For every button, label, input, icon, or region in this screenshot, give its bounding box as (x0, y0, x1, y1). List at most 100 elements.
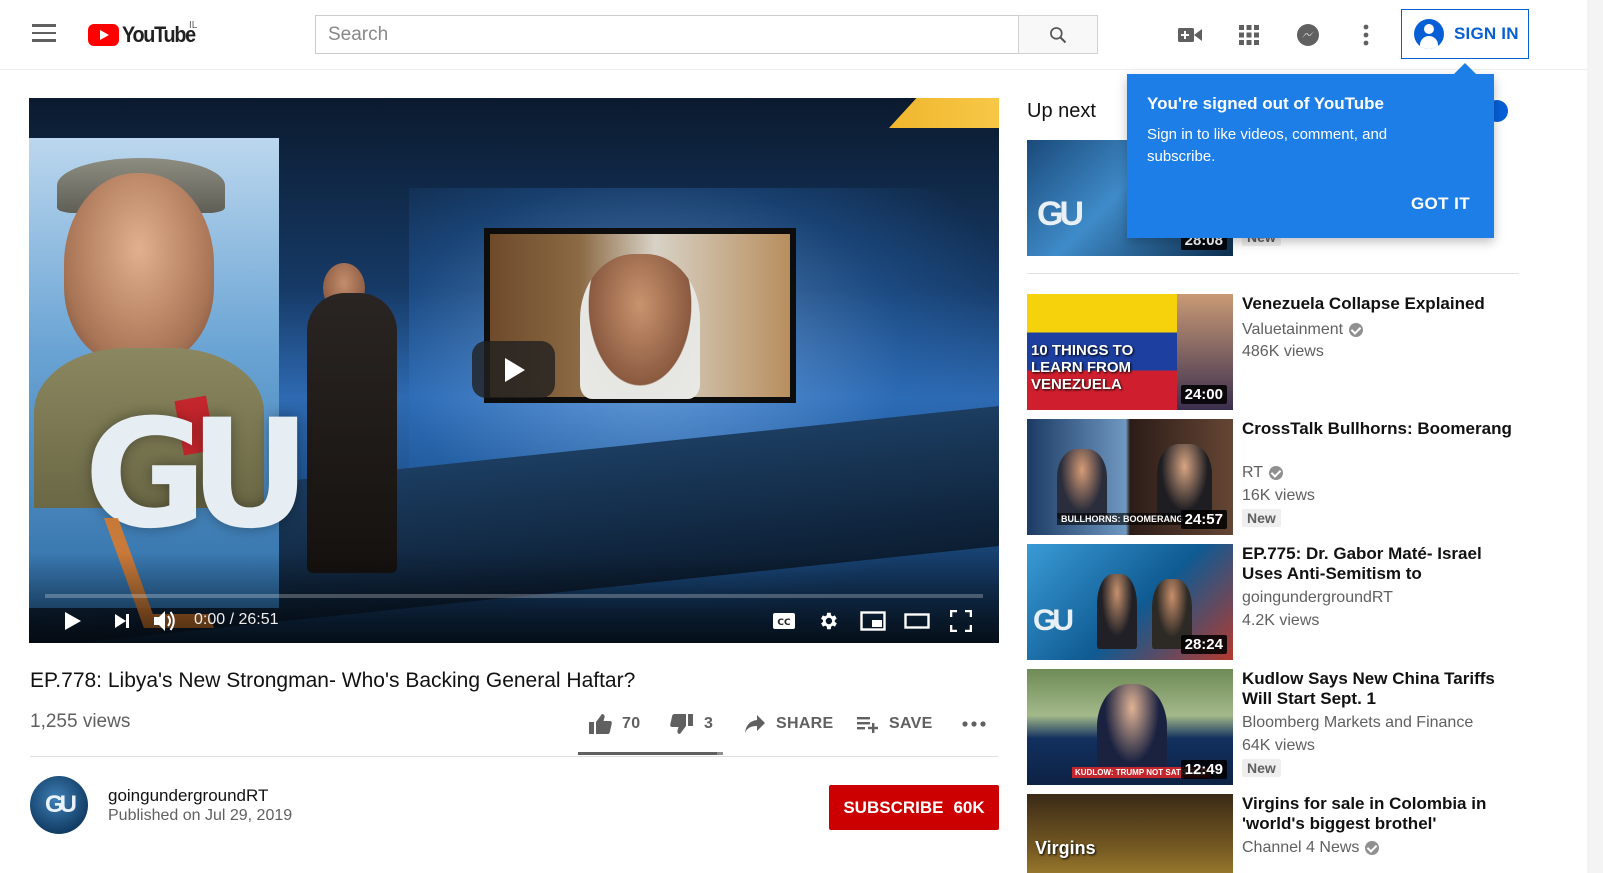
search-input[interactable] (315, 15, 1018, 54)
new-badge: New (1242, 759, 1281, 777)
video-title: EP.775: Dr. Gabor Maté- Israel Uses Anti… (1242, 544, 1482, 583)
share-label: SHARE (776, 715, 834, 732)
captions-button[interactable]: CC (771, 608, 797, 634)
recommended-video[interactable]: BULLHORNS: BOOMERANG 24:57 CrossTalk Bul… (1027, 419, 1519, 535)
info-divider (30, 756, 998, 757)
captions-icon: CC (773, 613, 795, 629)
search-button[interactable] (1018, 15, 1098, 54)
search-bar (315, 15, 1098, 54)
dislike-button[interactable]: 3 (670, 711, 713, 737)
large-play-button[interactable] (472, 341, 555, 398)
tooltip-body: Sign in to like videos, comment, and sub… (1147, 126, 1388, 165)
view-count: 64K views (1242, 737, 1315, 754)
masthead: YouTube IL SIGN IN (0, 0, 1603, 70)
miniplayer-icon (860, 611, 886, 631)
search-icon (1050, 26, 1067, 43)
play-button[interactable] (61, 608, 85, 634)
share-icon (745, 715, 765, 733)
more-actions-button[interactable] (962, 711, 986, 737)
video-thumbnail[interactable]: BULLHORNS: BOOMERANG 24:57 (1027, 419, 1233, 535)
thumbnail-text: BULLHORNS: BOOMERANG (1057, 513, 1188, 525)
share-button[interactable]: SHARE (744, 711, 834, 737)
video-title: Venezuela Collapse Explained (1242, 294, 1485, 313)
save-label: SAVE (889, 715, 933, 732)
like-count: 70 (622, 715, 641, 732)
channel-name: Bloomberg Markets and Finance (1242, 714, 1473, 732)
subscriber-count: 60K (953, 797, 985, 817)
channel-avatar[interactable]: GU (30, 776, 88, 834)
video-frame-strip (889, 98, 999, 128)
video-thumbnail[interactable]: GU 28:24 (1027, 544, 1233, 660)
theater-mode-button[interactable] (903, 608, 931, 634)
thumbnail-watermark-logo: GU (1037, 195, 1084, 233)
save-button[interactable]: SAVE (857, 711, 933, 737)
dislike-count: 3 (704, 715, 714, 732)
recommended-video[interactable]: KUDLOW: TRUMP NOT SATISFIED 12:49 Kudlow… (1027, 669, 1519, 785)
video-player[interactable]: GU 0:00 / 26:51 CC (29, 98, 999, 643)
verified-icon (1365, 841, 1380, 855)
next-button[interactable] (109, 608, 135, 634)
sentiment-bar (578, 752, 723, 755)
more-vert-icon[interactable] (1353, 22, 1379, 48)
mute-button[interactable] (151, 608, 179, 634)
view-count: 4.2K views (1242, 612, 1320, 629)
video-duration: 28:24 (1180, 635, 1227, 654)
video-duration: 24:57 (1180, 510, 1227, 529)
thumbnail-person-left (1097, 574, 1137, 649)
settings-button[interactable] (815, 608, 841, 634)
video-thumbnail[interactable]: KUDLOW: TRUMP NOT SATISFIED 12:49 (1027, 669, 1233, 785)
thumbnail-person-right (1157, 444, 1212, 519)
channel-name: Channel 4 News (1242, 839, 1380, 857)
video-duration: 24:00 (1180, 385, 1227, 404)
video-frame-face (64, 173, 214, 363)
more-horiz-icon (962, 721, 986, 727)
playlist-add-icon (857, 717, 878, 733)
view-count: 486K views (1242, 343, 1324, 360)
video-frame-host (307, 293, 397, 573)
channel-name-text: goingundergroundRT (1242, 589, 1393, 606)
settings-icon (821, 612, 837, 630)
logo-wordmark: YouTube (122, 22, 196, 47)
messages-icon[interactable] (1295, 22, 1321, 48)
youtube-logo[interactable]: YouTube IL (88, 20, 203, 48)
country-code: IL (189, 20, 198, 31)
theater-mode-icon (904, 613, 930, 629)
sidebar-divider (1027, 273, 1519, 274)
miniplayer-button[interactable] (859, 608, 887, 634)
page-scrollbar[interactable] (1587, 0, 1603, 873)
subscribe-button[interactable]: SUBSCRIBE 60K (829, 785, 999, 830)
create-video-icon[interactable] (1177, 22, 1203, 48)
video-title: CrossTalk Bullhorns: Boomerang (1242, 419, 1512, 438)
play-icon (65, 612, 81, 630)
video-title: Virgins for sale in Colombia in 'world's… (1242, 794, 1487, 833)
got-it-button[interactable]: GOT IT (1411, 194, 1470, 214)
recommended-video[interactable]: GU 28:24 EP.775: Dr. Gabor Maté- Israel … (1027, 544, 1519, 660)
channel-name: RT (1242, 464, 1284, 482)
tooltip-title: You're signed out of YouTube (1147, 94, 1384, 113)
video-thumbnail[interactable]: 10 THINGS TO LEARN FROM VENEZUELA 24:00 (1027, 294, 1233, 410)
thumbs-down-icon (670, 714, 693, 734)
time-separator: / (225, 611, 239, 628)
video-frame-guest (580, 254, 700, 399)
subscribe-label: SUBSCRIBE (843, 797, 944, 817)
channel-name: goingundergroundRT (1242, 589, 1393, 607)
fullscreen-button[interactable] (947, 608, 975, 634)
duration: 26:51 (238, 611, 279, 628)
fullscreen-icon (950, 610, 972, 632)
like-button[interactable]: 70 (588, 711, 640, 737)
menu-icon[interactable] (32, 24, 56, 44)
svg-text:CC: CC (777, 618, 791, 628)
sign-in-button[interactable]: SIGN IN (1401, 9, 1529, 59)
video-title: EP.778: Libya's New Strongman- Who's Bac… (30, 669, 636, 692)
view-count: 1,255 views (30, 711, 131, 732)
recommended-video[interactable]: Virgins Virgins for sale in Colombia in … (1027, 794, 1519, 873)
youtube-play-logo-icon (88, 24, 119, 46)
recommended-video[interactable]: 10 THINGS TO LEARN FROM VENEZUELA 24:00 … (1027, 294, 1519, 410)
apps-grid-icon[interactable] (1236, 22, 1262, 48)
video-duration: 12:49 (1180, 760, 1227, 779)
channel-name[interactable]: goingundergroundRT (108, 786, 268, 806)
thumbnail-person (1097, 684, 1167, 779)
video-thumbnail[interactable]: Virgins (1027, 794, 1233, 873)
view-count: 16K views (1242, 487, 1315, 504)
progress-bar[interactable] (45, 594, 983, 598)
